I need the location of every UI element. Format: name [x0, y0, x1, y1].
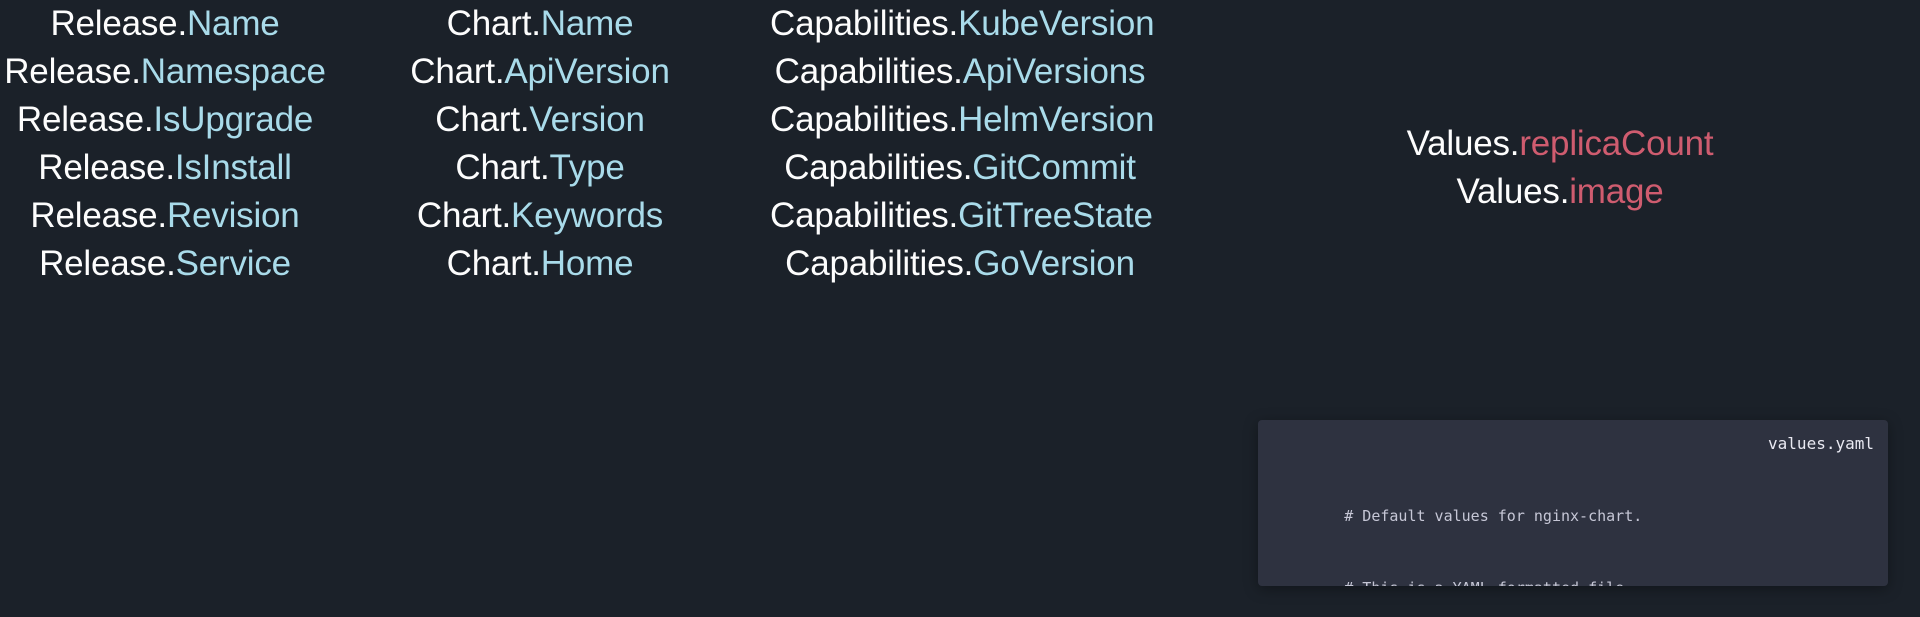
object-property: IsInstall — [174, 148, 292, 187]
object-dot: . — [531, 244, 541, 283]
object-entry: Release.Name — [0, 0, 330, 48]
object-entry: Release.Service — [0, 240, 330, 288]
object-prefix: Release — [30, 196, 158, 235]
object-dot: . — [531, 4, 541, 43]
code-comment: # Default values for nginx-chart. — [1344, 507, 1643, 525]
object-dot: . — [1559, 172, 1570, 211]
object-property: replicaCount — [1519, 124, 1714, 163]
object-dot: . — [519, 100, 530, 139]
object-column-capabilities: Capabilities.KubeVersion Capabilities.Ap… — [770, 0, 1155, 288]
object-prefix: Capabilities — [770, 196, 949, 235]
object-entry: Capabilities.HelmVersion — [770, 96, 1154, 144]
object-dot: . — [948, 196, 959, 235]
object-property: image — [1569, 172, 1664, 211]
object-entry: Release.IsUpgrade — [0, 96, 330, 144]
object-dot: . — [501, 196, 512, 235]
object-property: Home — [540, 244, 634, 283]
code-comment: # This is a YAML-formatted file. — [1344, 579, 1633, 586]
object-property: Keywords — [511, 196, 664, 235]
object-column-chart: Chart.Name Chart.ApiVersion Chart.Versio… — [360, 0, 720, 288]
object-entry: Capabilities.ApiVersions — [770, 48, 1150, 96]
object-entry: Release.Revision — [0, 192, 330, 240]
object-entry: Capabilities.GitCommit — [770, 144, 1150, 192]
object-entry: Chart.Keywords — [360, 192, 720, 240]
object-entry: Release.Namespace — [0, 48, 330, 96]
builtin-objects-columns: Release.Name Release.Namespace Release.I… — [0, 0, 1920, 330]
object-prefix: Capabilities — [770, 4, 949, 43]
code-filename-label: values.yaml — [1768, 434, 1874, 453]
code-line: # Default values for nginx-chart. — [1272, 480, 1878, 525]
object-entry: Release.IsInstall — [0, 144, 330, 192]
object-dot: . — [539, 148, 550, 187]
object-dot: . — [157, 196, 167, 235]
object-entry: Capabilities.KubeVersion — [770, 0, 1155, 48]
object-dot: . — [494, 52, 505, 91]
object-property: ApiVersion — [504, 52, 670, 91]
object-property: Version — [529, 100, 645, 139]
object-dot: . — [948, 100, 959, 139]
object-dot: . — [962, 148, 973, 187]
object-prefix: Values — [1406, 124, 1510, 163]
object-dot: . — [948, 4, 959, 43]
object-property: HelmVersion — [958, 100, 1155, 139]
object-entry: Capabilities.GitTreeState — [770, 192, 1153, 240]
object-prefix: Release — [16, 100, 144, 139]
object-prefix: Release — [39, 244, 167, 283]
object-prefix: Capabilities — [770, 100, 949, 139]
object-prefix: Chart — [435, 100, 520, 139]
code-line: # This is a YAML-formatted file. — [1272, 552, 1878, 586]
object-prefix: Chart — [446, 4, 532, 43]
object-property: Service — [175, 244, 292, 283]
object-property: IsUpgrade — [153, 100, 314, 139]
object-entry: Capabilities.GoVersion — [770, 240, 1150, 288]
object-dot: . — [953, 52, 963, 91]
object-entry: Chart.ApiVersion — [360, 48, 720, 96]
object-column-release: Release.Name Release.Namespace Release.I… — [0, 0, 330, 288]
object-property: Name — [186, 4, 280, 43]
object-prefix: Capabilities — [774, 52, 954, 91]
object-property: KubeVersion — [958, 4, 1155, 43]
object-property: Revision — [166, 196, 300, 235]
object-entry: Chart.Type — [360, 144, 720, 192]
slide-canvas: Release.Name Release.Namespace Release.I… — [0, 0, 1920, 617]
object-prefix: Values — [1456, 172, 1560, 211]
object-property: Name — [540, 4, 634, 43]
object-dot: . — [143, 100, 154, 139]
object-entry: Chart.Name — [360, 0, 720, 48]
object-prefix: Chart — [416, 196, 502, 235]
object-dot: . — [131, 52, 141, 91]
object-entry: Chart.Home — [360, 240, 720, 288]
object-column-values: Values.replicaCount Values.image — [1250, 0, 1870, 216]
object-prefix: Release — [50, 4, 178, 43]
object-entry: Values.image — [1250, 168, 1870, 216]
object-entry: Values.replicaCount — [1250, 120, 1870, 168]
object-prefix: Capabilities — [785, 244, 964, 283]
object-prefix: Chart — [410, 52, 495, 91]
object-prefix: Capabilities — [784, 148, 963, 187]
object-prefix: Chart — [455, 148, 540, 187]
object-prefix: Chart — [446, 244, 532, 283]
object-property: Type — [549, 148, 625, 187]
values-yaml-code-panel: # Default values for nginx-chart. # This… — [1258, 420, 1888, 586]
object-dot: . — [963, 244, 974, 283]
object-property: GoVersion — [973, 244, 1135, 283]
object-property: GitTreeState — [958, 196, 1153, 235]
object-dot: . — [1509, 124, 1520, 163]
object-prefix: Release — [4, 52, 132, 91]
object-property: GitCommit — [972, 148, 1136, 187]
object-property: Namespace — [140, 52, 326, 91]
object-property: ApiVersions — [962, 52, 1146, 91]
object-dot: . — [166, 244, 176, 283]
object-dot: . — [177, 4, 187, 43]
object-entry: Chart.Version — [360, 96, 720, 144]
object-dot: . — [165, 148, 175, 187]
object-prefix: Release — [38, 148, 166, 187]
